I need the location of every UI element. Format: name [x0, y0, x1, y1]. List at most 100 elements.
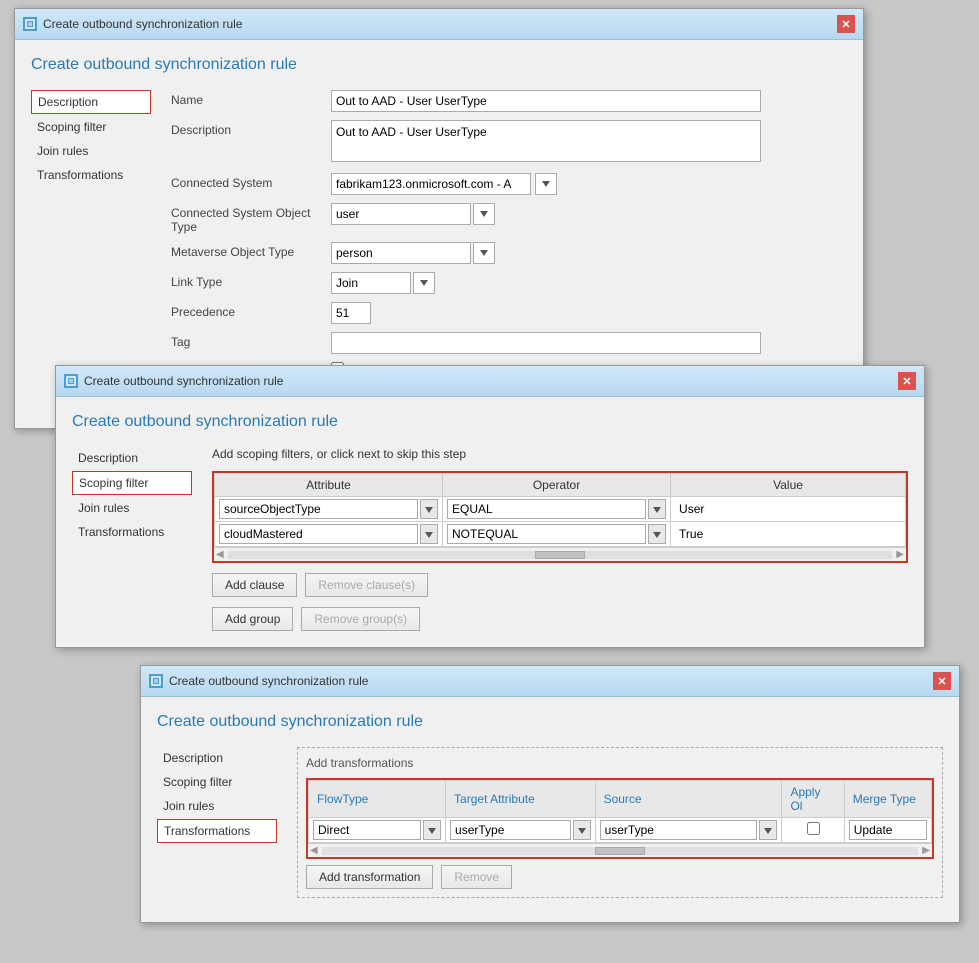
merge-type-input[interactable]: [849, 820, 927, 840]
field-csot: Connected System Object Type: [171, 203, 847, 234]
mot-input[interactable]: [331, 242, 471, 264]
close-button-1[interactable]: ✕: [837, 15, 855, 33]
title-text-1: Create outbound synchronization rule: [43, 17, 242, 31]
group-buttons: Add group Remove group(s): [212, 607, 908, 631]
trans-scrollbar[interactable]: ◀ ▶: [308, 843, 932, 857]
connected-system-input[interactable]: [331, 173, 531, 195]
scroll-left-arrow[interactable]: ◀: [216, 549, 224, 560]
add-transformation-button[interactable]: Add transformation: [306, 865, 433, 889]
nav-scoping-2[interactable]: Scoping filter: [72, 471, 192, 495]
trans-scrollbar-thumb[interactable]: [595, 847, 645, 855]
mot-wrapper: [331, 242, 847, 264]
nav-joinrules-2[interactable]: Join rules: [72, 497, 192, 519]
nav-sidebar-3: Description Scoping filter Join rules Tr…: [157, 747, 277, 845]
label-precedence: Precedence: [171, 302, 331, 319]
input-name[interactable]: [331, 90, 761, 112]
window-icon-3: [149, 674, 163, 688]
scrollbar-track: [228, 551, 893, 559]
nav-transformations-2[interactable]: Transformations: [72, 521, 192, 543]
nav-sidebar-1: Description Scoping filter Join rules Tr…: [31, 90, 151, 188]
window-content-2: Create outbound synchronization rule Des…: [56, 397, 924, 647]
close-button-2[interactable]: ✕: [898, 372, 916, 390]
source-btn[interactable]: [759, 820, 777, 840]
filter-row2-op-arrow: [653, 532, 661, 538]
window-icon-1: [23, 17, 37, 31]
connected-system-dropdown[interactable]: [535, 173, 557, 195]
transformations-section-title: Add transformations: [306, 756, 934, 770]
field-description: Description Out to AAD - User UserType: [171, 120, 847, 165]
form-area-1: Name Description Out to AAD - User UserT…: [171, 90, 847, 412]
source-input[interactable]: [600, 820, 758, 840]
window-title-3: Create outbound synchronization rule: [149, 674, 368, 688]
csot-wrapper: [331, 203, 847, 225]
col-attribute: Attribute: [215, 474, 443, 497]
col-operator: Operator: [443, 474, 671, 497]
linktype-input[interactable]: [331, 272, 411, 294]
nav-joinrules-1[interactable]: Join rules: [31, 140, 151, 162]
csot-dropdown[interactable]: [473, 203, 495, 225]
flowtype-btn[interactable]: [423, 820, 441, 840]
filter-table-scrollbar[interactable]: ◀ ▶: [214, 547, 906, 561]
filter-row1-op: [443, 497, 671, 522]
tag-input[interactable]: [331, 332, 761, 354]
filter-row1-attr-input[interactable]: [219, 499, 418, 519]
filter-row1-attr: [215, 497, 443, 522]
remove-clause-button[interactable]: Remove clause(s): [305, 573, 428, 597]
col-source: Source: [595, 781, 782, 818]
window-3: Create outbound synchronization rule ✕ C…: [140, 665, 960, 923]
filter-row1-op-input[interactable]: [447, 499, 646, 519]
nav-scoping-3[interactable]: Scoping filter: [157, 771, 277, 793]
field-precedence: Precedence: [171, 302, 847, 324]
clause-buttons: Add clause Remove clause(s): [212, 573, 908, 597]
trans-scroll-left[interactable]: ◀: [310, 845, 318, 856]
filter-row-2: [215, 522, 906, 547]
mot-dropdown[interactable]: [473, 242, 495, 264]
nav-description-3[interactable]: Description: [157, 747, 277, 769]
remove-group-button[interactable]: Remove group(s): [301, 607, 420, 631]
filter-row2-val-input[interactable]: [675, 524, 901, 544]
filter-row2-attr-btn[interactable]: [420, 524, 438, 544]
target-attr-arrow: [578, 828, 586, 834]
filter-row1-op-btn[interactable]: [648, 499, 666, 519]
filter-row2-val: [671, 522, 906, 547]
filter-table-container: Attribute Operator Value: [212, 471, 908, 563]
label-tag: Tag: [171, 332, 331, 349]
filter-row2-op-input[interactable]: [447, 524, 646, 544]
nav-joinrules-3[interactable]: Join rules: [157, 795, 277, 817]
apply-ol-checkbox[interactable]: [807, 822, 820, 835]
trans-table-container: FlowType Target Attribute Source Apply O…: [306, 778, 934, 859]
nav-transformations-3[interactable]: Transformations: [157, 819, 277, 843]
filter-row1-val-input[interactable]: [675, 499, 901, 519]
nav-scoping-1[interactable]: Scoping filter: [31, 116, 151, 138]
target-attr-btn[interactable]: [573, 820, 591, 840]
add-group-button[interactable]: Add group: [212, 607, 293, 631]
nav-transformations-1[interactable]: Transformations: [31, 164, 151, 186]
linktype-dropdown[interactable]: [413, 272, 435, 294]
trans-scroll-right[interactable]: ▶: [922, 845, 930, 856]
input-description-wrapper: Out to AAD - User UserType: [331, 120, 847, 165]
filter-row2-op-btn[interactable]: [648, 524, 666, 544]
scrollbar-thumb-2[interactable]: [535, 551, 585, 559]
connected-system-wrapper: [331, 173, 847, 195]
csot-input[interactable]: [331, 203, 471, 225]
filter-row1-attr-btn[interactable]: [420, 499, 438, 519]
target-attr-input[interactable]: [450, 820, 571, 840]
scroll-right-arrow[interactable]: ▶: [896, 549, 904, 560]
flowtype-input[interactable]: [313, 820, 421, 840]
title-text-2: Create outbound synchronization rule: [84, 374, 283, 388]
add-clause-button[interactable]: Add clause: [212, 573, 297, 597]
nav-description-1[interactable]: Description: [31, 90, 151, 114]
label-description: Description: [171, 120, 331, 137]
precedence-input[interactable]: [331, 302, 371, 324]
trans-table: FlowType Target Attribute Source Apply O…: [308, 780, 932, 843]
window-heading-2: Create outbound synchronization rule: [72, 413, 908, 431]
connected-system-arrow: [542, 181, 550, 187]
input-description[interactable]: Out to AAD - User UserType: [331, 120, 761, 162]
close-button-3[interactable]: ✕: [933, 672, 951, 690]
precedence-wrapper: [331, 302, 847, 324]
titlebar-3: Create outbound synchronization rule ✕: [141, 666, 959, 697]
remove-transformation-button[interactable]: Remove: [441, 865, 512, 889]
window-icon-2: [64, 374, 78, 388]
filter-row2-attr-input[interactable]: [219, 524, 418, 544]
nav-description-2[interactable]: Description: [72, 447, 192, 469]
